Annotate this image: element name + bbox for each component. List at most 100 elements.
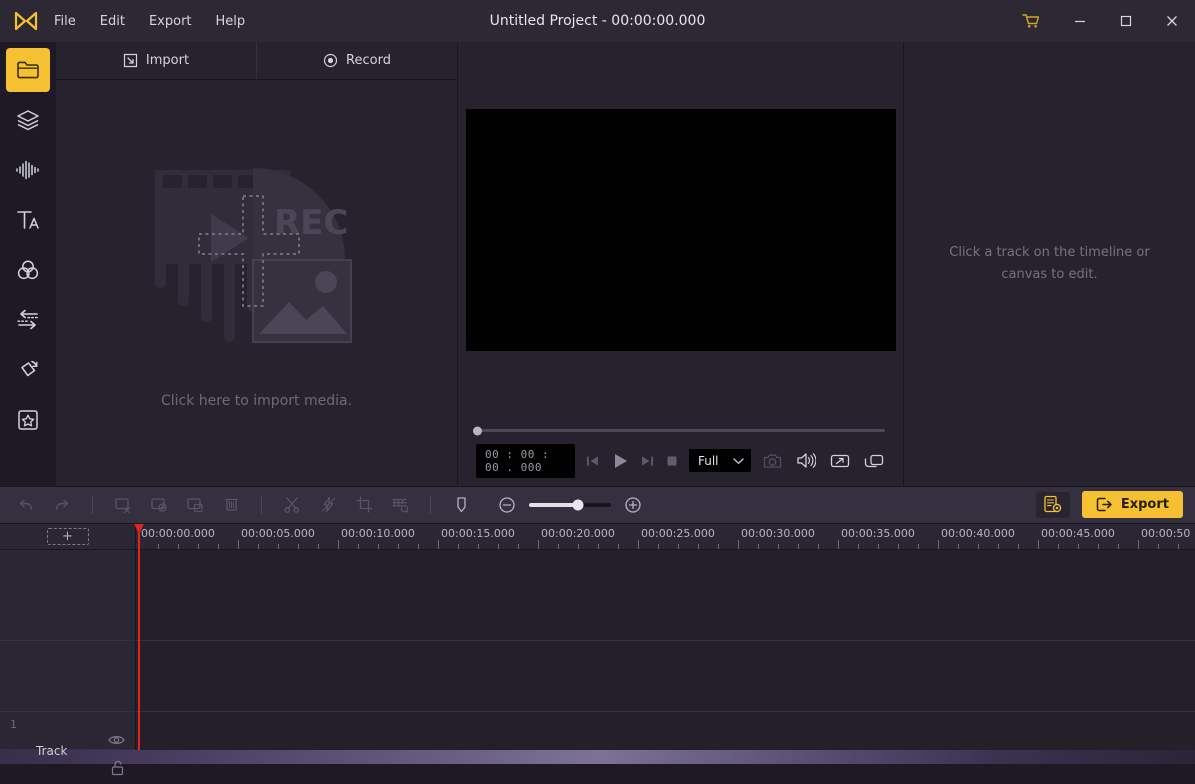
toolbar-right-group: Export [1036,491,1183,518]
crop-button[interactable] [350,492,378,518]
ruler-tick-major [1038,540,1039,549]
undo-icon [17,497,35,513]
duplicate-clip-button[interactable] [181,492,209,518]
pop-out-window-icon[interactable] [863,450,885,472]
sidebar-item-transitions[interactable] [6,298,50,342]
export-button-label: Export [1121,497,1169,512]
import-arrow-icon [123,53,138,68]
seek-track[interactable] [476,429,885,432]
media-tabs: Import Record [56,42,457,80]
audio-waveform-icon [14,159,42,181]
ruler-tick-minor [898,544,899,549]
seek-bar[interactable] [476,418,885,444]
zoom-in-button[interactable] [619,492,647,518]
menu-help[interactable]: Help [214,11,248,32]
seek-handle[interactable] [473,426,482,435]
zoom-out-button[interactable] [493,492,521,518]
track-name: Track [36,744,67,758]
ruler-tick-minor [678,544,679,549]
ruler-tick-minor [758,544,759,549]
sidebar-item-effects[interactable] [6,348,50,392]
zoom-slider-handle[interactable] [573,499,584,510]
ruler-tick-minor [958,544,959,549]
add-clip-button[interactable] [145,492,173,518]
media-drop-zone[interactable]: REC Click here to import media. [56,80,457,486]
play-icon[interactable] [610,450,630,472]
preview-timecode[interactable]: 00 : 00 : 00 . 000 [476,444,575,478]
ruler-tick-minor [718,544,719,549]
sidebar-item-audio[interactable] [6,148,50,192]
export-button[interactable]: Export [1082,491,1183,518]
camera-icon[interactable] [761,450,783,472]
timeline: + 1 Track [0,524,1195,751]
preview-stage [458,42,903,418]
ruler-tick-minor [1178,544,1179,549]
ruler-tick-minor [778,544,779,549]
close-icon[interactable] [1149,0,1195,42]
stop-icon[interactable] [665,450,679,472]
ruler-tick-minor [1098,544,1099,549]
track-header-row[interactable] [0,550,135,641]
tab-import[interactable]: Import [56,42,256,79]
track-area[interactable]: 00:00:00.00000:00:05.00000:00:10.00000:0… [136,524,1195,751]
color-circles-icon [15,258,41,282]
chevron-down-icon [733,457,744,465]
redo-button[interactable] [48,492,76,518]
undo-button[interactable] [12,492,40,518]
track-lane[interactable] [136,550,1195,641]
split-button[interactable] [278,492,306,518]
preview-canvas[interactable] [466,109,896,351]
sidebar-rail [0,42,56,486]
menu-bar: File Edit Export Help [52,11,247,32]
sidebar-item-favorites[interactable] [6,398,50,442]
ruler-tick-major [338,540,339,549]
zoom-out-icon [498,496,516,514]
delete-clip-button[interactable] [109,492,137,518]
add-track-button[interactable]: + [47,528,89,545]
tab-record-label: Record [346,53,391,68]
ruler-label: 00:00:40.000 [941,527,1015,540]
sidebar-item-filters[interactable] [6,248,50,292]
track-lane[interactable] [136,641,1195,712]
playhead[interactable] [138,524,140,751]
previous-frame-icon[interactable] [585,450,600,472]
speed-button[interactable] [314,492,342,518]
track-header-row[interactable]: 1 Track [0,712,135,751]
record-dot-icon [323,53,338,68]
marker-button[interactable] [447,492,475,518]
fullscreen-icon[interactable] [829,450,851,472]
project-settings-button[interactable] [1036,492,1070,518]
ruler-tick-minor [558,544,559,549]
speaker-icon[interactable] [795,450,817,472]
zoom-slider[interactable] [529,503,611,507]
maximize-icon[interactable] [1103,0,1149,42]
menu-file[interactable]: File [52,11,78,32]
unlock-icon[interactable] [110,760,125,776]
ruler-tick-minor [1158,544,1159,549]
properties-hint: Click a track on the timeline or canvas … [930,242,1169,285]
timeline-toolbar: Export [0,486,1195,524]
delete-all-button[interactable] [217,492,245,518]
ruler-tick-major [238,540,239,549]
preview-panel: 00 : 00 : 00 . 000 [458,42,904,486]
sidebar-item-text[interactable] [6,198,50,242]
tab-record[interactable]: Record [256,42,457,79]
quality-dropdown[interactable]: Full [689,449,751,472]
sidebar-item-media-library[interactable] [6,48,50,92]
preview-controls: 00 : 00 : 00 . 000 [458,418,903,486]
ruler-tick-minor [578,544,579,549]
next-frame-icon[interactable] [640,450,655,472]
menu-edit[interactable]: Edit [98,11,127,32]
shopping-cart-icon[interactable] [1005,0,1057,42]
menu-export[interactable]: Export [147,11,194,32]
folder-icon [16,59,40,81]
track-lane[interactable] [136,712,1195,784]
sidebar-item-stickers[interactable] [6,98,50,142]
keyframe-button[interactable] [386,492,414,518]
minimize-icon[interactable] [1057,0,1103,42]
ruler-tick-minor [978,544,979,549]
ruler-tick-major [438,540,439,549]
eye-icon[interactable] [108,734,125,746]
track-header-row[interactable] [0,641,135,712]
timeline-ruler[interactable]: 00:00:00.00000:00:05.00000:00:10.00000:0… [136,524,1195,550]
